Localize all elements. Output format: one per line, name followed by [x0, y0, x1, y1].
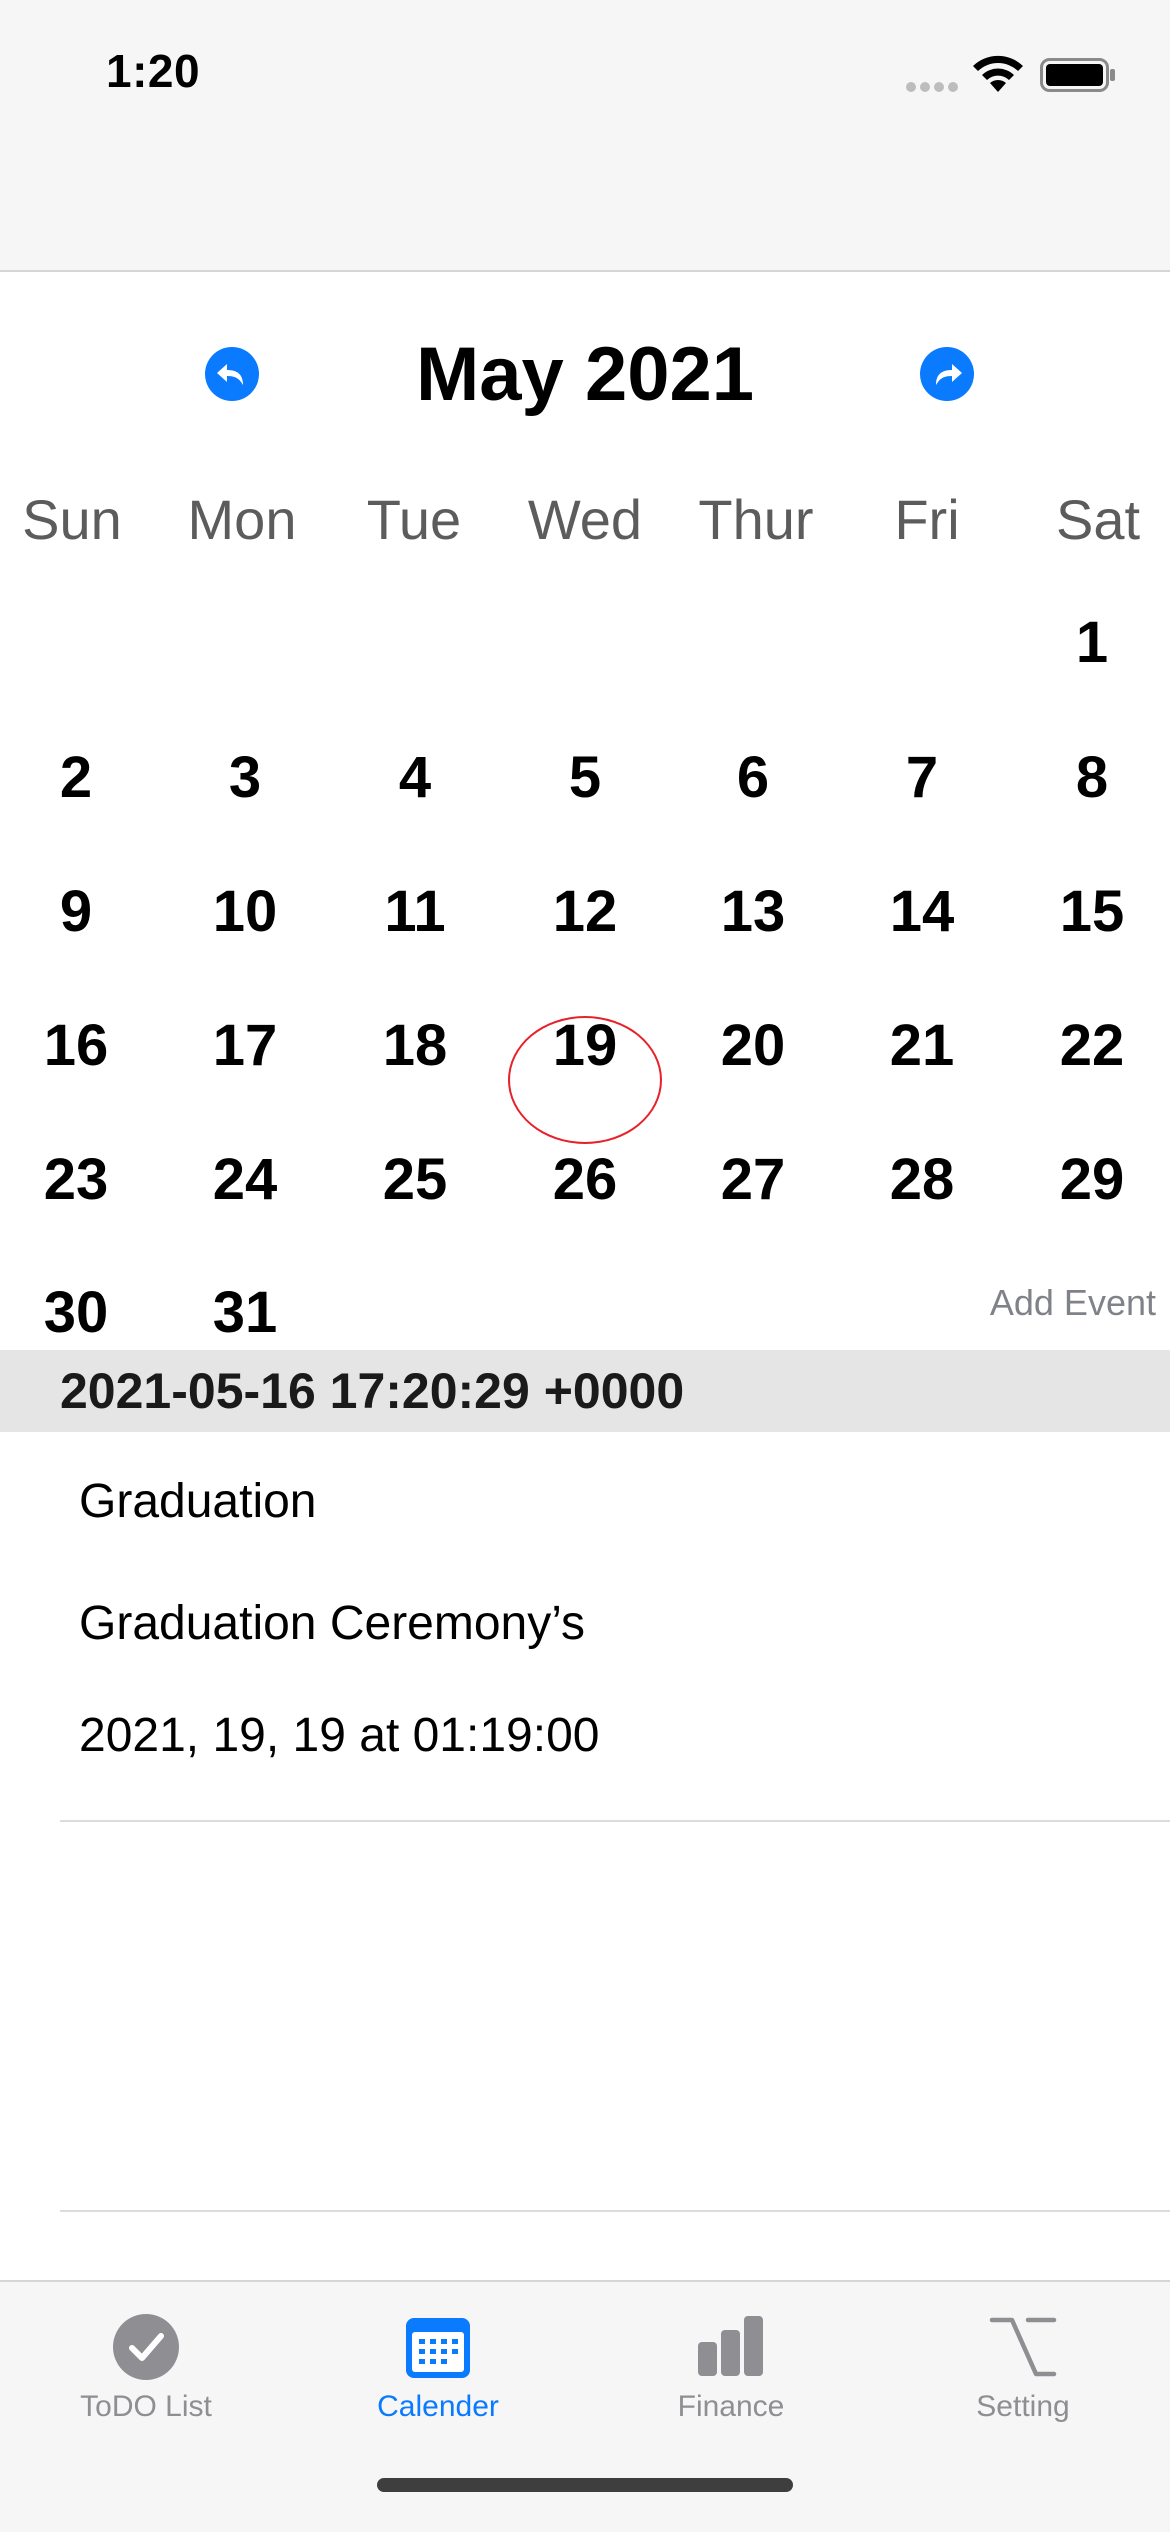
tab-label: Setting [976, 2390, 1070, 2423]
event-section-date: 2021-05-16 17:20:29 +0000 [60, 1363, 685, 1419]
next-month-button[interactable] [920, 347, 974, 401]
tab-bar: ToDO List Calender Finance Setting [0, 2280, 1170, 2532]
day-cell[interactable]: 2 [1, 738, 151, 818]
bar-chart-icon [698, 2316, 763, 2376]
undo-arrow-icon [217, 364, 243, 385]
weekday-label: Tue [366, 488, 462, 551]
day-cell[interactable]: 17 [170, 1006, 320, 1086]
day-cell[interactable]: 26 [510, 1140, 660, 1220]
day-cell[interactable]: 14 [847, 872, 997, 952]
day-cell[interactable]: 28 [847, 1140, 997, 1220]
tab-calender[interactable]: Calender [318, 2282, 558, 2452]
wifi-icon [973, 55, 1023, 92]
list-separator [60, 2210, 1170, 2212]
weekday-header-row: Sun Mon Tue Wed Thur Fri Sat [0, 480, 1170, 560]
day-cell[interactable]: 23 [1, 1140, 151, 1220]
weekday-label: Mon [187, 488, 297, 551]
day-cell[interactable]: 21 [847, 1006, 997, 1086]
day-cell[interactable]: 16 [1, 1006, 151, 1086]
list-separator [60, 1820, 1170, 1822]
status-bar: 1:20 [0, 0, 1170, 272]
day-cell-selected[interactable]: 19 [510, 1006, 660, 1086]
day-cell[interactable]: 24 [170, 1140, 320, 1220]
day-cell[interactable]: 7 [847, 738, 997, 818]
tab-todo-list[interactable]: ToDO List [26, 2282, 266, 2452]
day-cell[interactable]: 13 [678, 872, 828, 952]
day-cell[interactable]: 3 [170, 738, 320, 818]
day-cell[interactable]: 30 [1, 1273, 151, 1353]
event-time: 2021, 19, 19 at 01:19:00 [79, 1709, 600, 1762]
day-cell[interactable]: 20 [678, 1006, 828, 1086]
previous-month-button[interactable] [205, 347, 259, 401]
day-cell[interactable]: 5 [510, 738, 660, 818]
day-cell[interactable]: 25 [340, 1140, 490, 1220]
month-title: May 2021 [415, 332, 755, 417]
event-section-header: 2021-05-16 17:20:29 +0000 [0, 1350, 1170, 1432]
day-cell[interactable]: 29 [1017, 1140, 1167, 1220]
day-cell[interactable]: 31 [170, 1273, 320, 1353]
weekday-label: Sat [1055, 488, 1141, 551]
add-event-button[interactable]: Add Event [990, 1282, 1156, 1324]
tab-label: ToDO List [80, 2390, 212, 2423]
weekday-label: Wed [527, 488, 643, 551]
weekday-label: Fri [894, 488, 960, 551]
event-list-item[interactable]: Graduation Graduation Ceremony’s 2021, 1… [0, 1432, 1170, 1822]
day-cell[interactable]: 4 [340, 738, 490, 818]
option-key-icon [989, 2317, 1057, 2377]
checkmark-circle-icon [113, 2314, 179, 2380]
day-cell[interactable]: 8 [1017, 738, 1167, 818]
tab-label: Finance [677, 2390, 785, 2423]
event-description: Graduation Ceremony’s [79, 1597, 586, 1650]
day-cell[interactable]: 6 [678, 738, 828, 818]
day-cell[interactable]: 22 [1017, 1006, 1167, 1086]
home-indicator [377, 2478, 793, 2492]
battery-icon [1040, 58, 1115, 92]
status-time: 1:20 [106, 45, 201, 97]
tab-label: Calender [377, 2390, 499, 2423]
tab-finance[interactable]: Finance [611, 2282, 851, 2452]
tab-setting[interactable]: Setting [903, 2282, 1143, 2452]
day-cell[interactable]: 1 [1017, 603, 1167, 683]
day-cell[interactable]: 12 [510, 872, 660, 952]
calendar-icon [406, 2318, 470, 2378]
day-cell[interactable]: 15 [1017, 872, 1167, 952]
event-title: Graduation [79, 1475, 317, 1528]
day-cell[interactable]: 10 [170, 872, 320, 952]
redo-arrow-icon [936, 364, 962, 385]
day-cell[interactable]: 9 [1, 872, 151, 952]
month-header: May 2021 [0, 330, 1170, 420]
cellular-signal-icon [906, 82, 960, 92]
day-cell[interactable]: 27 [678, 1140, 828, 1220]
day-cell[interactable]: 11 [340, 872, 490, 952]
day-cell[interactable]: 18 [340, 1006, 490, 1086]
weekday-label: Thur [698, 488, 814, 551]
weekday-label: Sun [22, 488, 122, 551]
